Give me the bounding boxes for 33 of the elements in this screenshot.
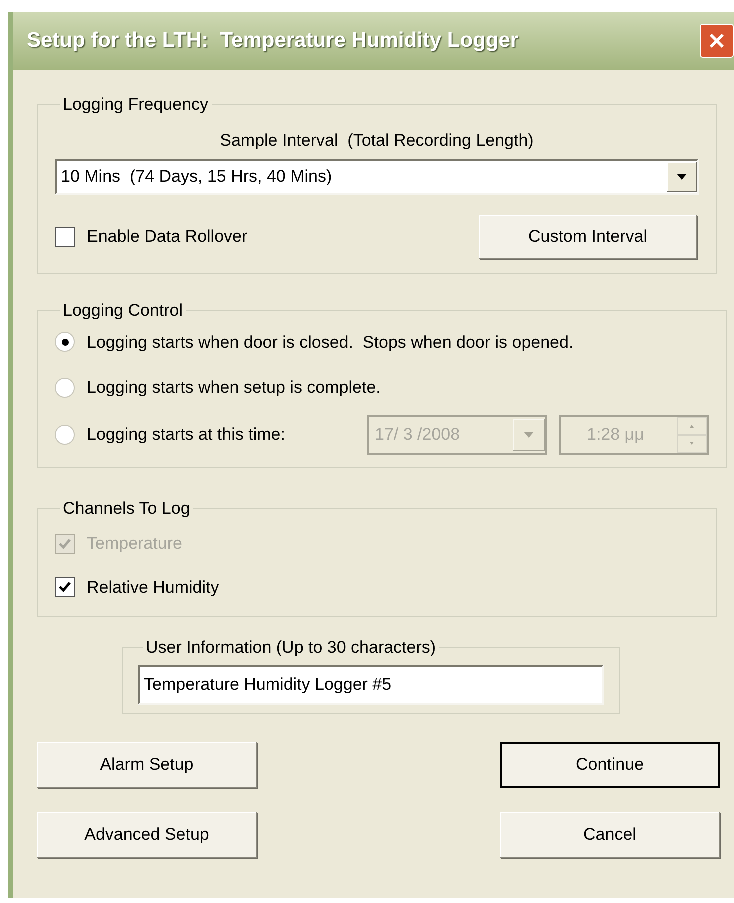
checkbox[interactable]	[55, 227, 75, 247]
dialog-button[interactable]: Continue	[500, 742, 720, 788]
checkbox-label: Relative Humidity	[87, 576, 220, 598]
caret-icon	[524, 432, 534, 438]
custom-interval-button[interactable]: Custom Interval	[479, 215, 697, 259]
radio-button[interactable]	[55, 332, 75, 352]
radio-label: Logging starts when door is closed. Stops when door is opened.	[87, 332, 574, 354]
close-icon	[708, 32, 726, 50]
time-value: 1:28 μμ	[587, 424, 644, 446]
checkbox-label: Enable Data Rollover	[87, 226, 248, 248]
date-value: 17/ 3 /2008	[375, 424, 460, 446]
caret-icon	[677, 174, 687, 180]
check-icon	[58, 536, 72, 551]
radio-label: Logging starts at this time:	[87, 424, 286, 446]
dropdown-value: 10 Mins (74 Days, 15 Hrs, 40 Mins)	[60, 166, 332, 188]
checkbox[interactable]	[55, 577, 75, 598]
interval-dropdown[interactable]: 10 Mins (74 Days, 15 Hrs, 40 Mins)	[55, 159, 699, 195]
field-label: Sample Interval (Total Recording Length)	[219, 130, 535, 152]
group-title: Logging Control	[62, 300, 184, 322]
checkbox-label: Temperature	[87, 533, 182, 555]
group-title: User Information (Up to 30 characters)	[145, 637, 438, 659]
check-icon	[58, 580, 72, 594]
window-title: Setup for the LTH: Temperature Humidity Logger	[27, 28, 519, 54]
dialog-button[interactable]: Advanced Setup	[37, 812, 257, 858]
group-title: Logging Frequency	[62, 94, 210, 116]
close-button[interactable]	[700, 24, 734, 58]
group-title: Channels To Log	[62, 498, 192, 520]
radio-button[interactable]	[55, 424, 75, 444]
radio-button[interactable]	[55, 378, 75, 398]
user-information-field[interactable]: Temperature Humidity Logger #5	[138, 664, 604, 704]
dialog-button[interactable]: Alarm Setup	[37, 742, 257, 788]
dialog-button[interactable]: Cancel	[500, 812, 720, 858]
radio-label: Logging starts when setup is complete.	[87, 377, 381, 399]
